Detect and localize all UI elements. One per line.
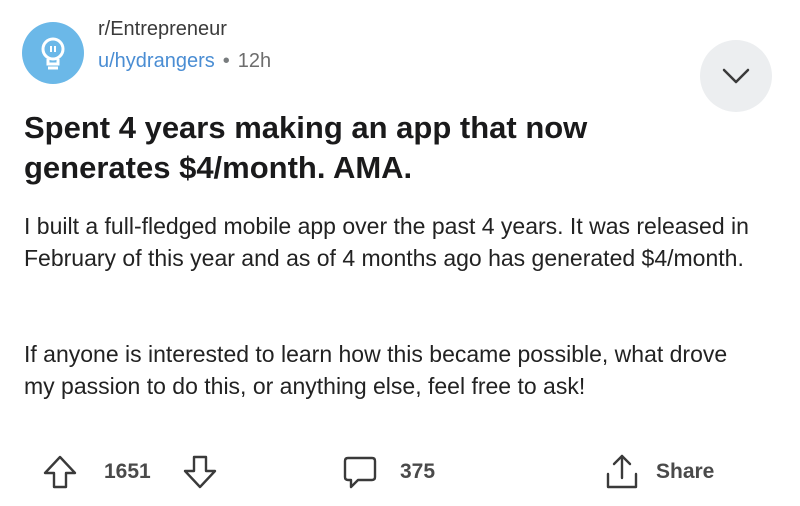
speech-bubble-icon: [340, 452, 380, 492]
comments-button[interactable]: 375: [340, 448, 435, 496]
expand-options-button[interactable]: [700, 40, 772, 112]
share-label: Share: [656, 460, 715, 483]
comment-count: 375: [400, 460, 436, 483]
author-username[interactable]: u/hydrangers: [98, 48, 215, 74]
subreddit-name[interactable]: r/Entrepreneur: [98, 16, 271, 42]
post-body-paragraph: I built a full-fledged mobile app over t…: [24, 213, 749, 271]
action-bar: 1651 375 Share: [0, 448, 800, 496]
post-meta: r/Entrepreneur u/hydrangers • 12h: [98, 16, 271, 74]
chevron-down-icon: [721, 67, 751, 85]
share-icon: [604, 452, 640, 492]
post-byline: u/hydrangers • 12h: [98, 48, 271, 74]
subreddit-avatar[interactable]: [22, 22, 84, 84]
post-body-paragraph: If anyone is interested to learn how thi…: [24, 341, 728, 399]
post-time: 12h: [237, 50, 272, 72]
lightbulb-icon: [34, 34, 72, 72]
post-card: r/Entrepreneur u/hydrangers • 12h Spent …: [0, 0, 800, 506]
byline-separator: •: [222, 50, 230, 72]
upvote-button[interactable]: [40, 448, 80, 496]
share-button[interactable]: Share: [604, 448, 714, 496]
downvote-button[interactable]: [180, 448, 220, 496]
vote-count: 1651: [104, 460, 151, 483]
arrow-down-icon: [180, 452, 220, 492]
arrow-up-icon: [40, 452, 80, 492]
post-title[interactable]: Spent 4 years making an app that now gen…: [24, 108, 684, 188]
